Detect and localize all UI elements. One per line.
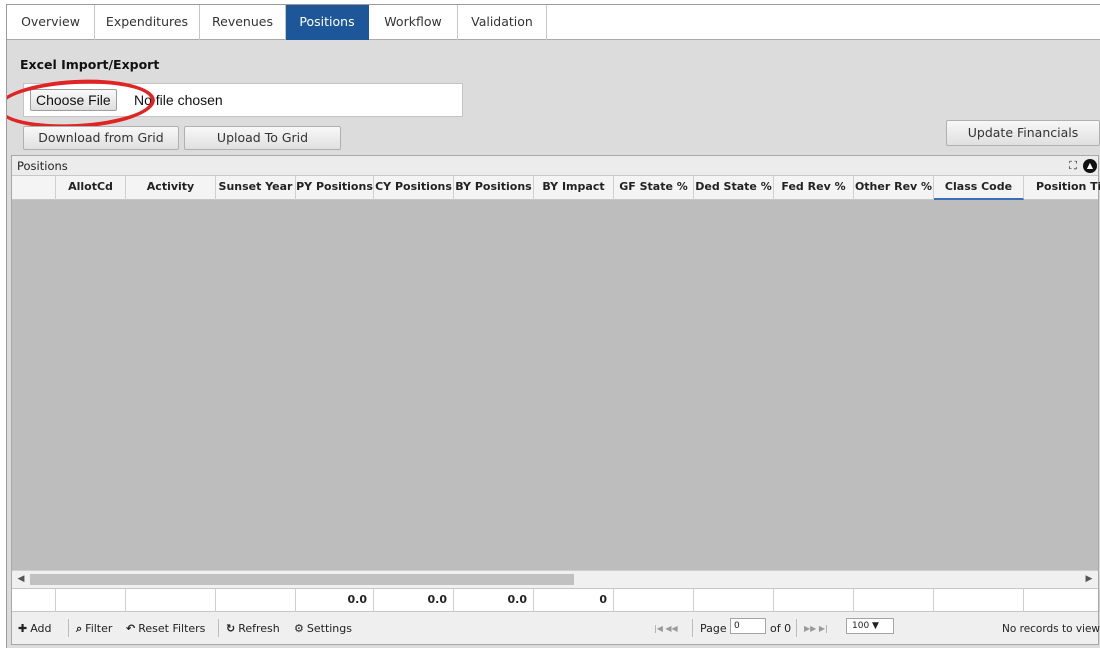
next-page-icon[interactable]: ▶▶ ▶| — [804, 620, 828, 638]
refresh-label: Refresh — [238, 622, 280, 635]
download-from-grid-button[interactable]: Download from Grid — [23, 126, 179, 150]
footer-total-cy-positions: 0.0 — [374, 589, 454, 612]
grid-caption-title: Positions — [17, 159, 68, 173]
column-header-allotcd[interactable]: AllotCd — [56, 176, 126, 200]
tab-validation[interactable]: Validation — [458, 5, 547, 40]
file-status-text: No file chosen — [134, 92, 223, 108]
column-header-class-code[interactable]: Class Code — [934, 176, 1024, 200]
scrollbar-thumb[interactable] — [30, 574, 574, 585]
footer-cell — [934, 589, 1024, 612]
page-of-label: of 0 — [770, 622, 792, 635]
footer-cell — [56, 589, 126, 612]
pager-separator — [68, 619, 69, 637]
column-header-by-positions[interactable]: BY Positions — [454, 176, 534, 200]
page-label: Page — [700, 622, 727, 635]
footer-cell — [774, 589, 854, 612]
column-header-sunset-year[interactable]: Sunset Year — [216, 176, 296, 200]
tab-revenues[interactable]: Revenues — [200, 5, 286, 40]
add-label: Add — [30, 622, 52, 635]
positions-grid: Positions ⛶ ▲ AllotCd Activity Sunset Ye… — [11, 155, 1100, 645]
footer-cell — [126, 589, 216, 612]
pager-separator — [218, 619, 219, 637]
refresh-button[interactable]: ↻ Refresh — [226, 620, 280, 638]
column-header-ded-state[interactable]: Ded State % — [694, 176, 774, 200]
grid-caption-bar: Positions ⛶ ▲ — [12, 156, 1098, 176]
add-button[interactable]: ✚ Add — [18, 620, 52, 638]
grid-body-empty — [12, 200, 1098, 570]
tab-bar: Overview Expenditures Revenues Positions… — [7, 5, 1100, 40]
grid-pager: ✚ Add ⌕ Filter ↶ Reset Filters ↻ Refresh ⚙ Se… — [12, 612, 1100, 644]
refresh-icon: ↻ — [226, 622, 236, 635]
reset-filters-button[interactable]: ↶ Reset Filters — [126, 620, 205, 638]
settings-label: Settings — [306, 622, 352, 635]
update-financials-button[interactable]: Update Financials — [946, 120, 1100, 146]
column-header-rownum — [12, 176, 56, 200]
grid-header-row: AllotCd Activity Sunset Year PY Position… — [12, 176, 1100, 200]
column-header-gf-state[interactable]: GF State % — [614, 176, 694, 200]
page-number-input[interactable]: 0 — [730, 618, 766, 634]
section-title: Excel Import/Export — [20, 57, 160, 72]
settings-button[interactable]: ⚙ Settings — [294, 620, 352, 638]
scroll-right-icon[interactable]: ▶ — [1082, 572, 1096, 587]
footer-cell — [216, 589, 296, 612]
column-header-activity[interactable]: Activity — [126, 176, 216, 200]
footer-total-py-positions: 0.0 — [296, 589, 374, 612]
expand-icon[interactable]: ⛶ — [1066, 159, 1080, 173]
undo-icon: ↶ — [126, 622, 136, 635]
footer-total-by-positions: 0.0 — [454, 589, 534, 612]
footer-cell — [12, 589, 56, 612]
no-records-text: No records to view — [1002, 623, 1100, 635]
footer-cell — [614, 589, 694, 612]
grid-footer-totals-row: 0.0 0.0 0.0 0 — [12, 588, 1100, 612]
column-header-cy-positions[interactable]: CY Positions — [374, 176, 454, 200]
footer-total-by-impact: 0 — [534, 589, 614, 612]
choose-file-button[interactable]: Choose File — [30, 89, 117, 111]
footer-cell — [1024, 589, 1100, 612]
reset-filters-label: Reset Filters — [138, 622, 206, 635]
tab-overview[interactable]: Overview — [7, 5, 95, 40]
footer-cell — [694, 589, 774, 612]
column-header-py-positions[interactable]: PY Positions — [296, 176, 374, 200]
upload-to-grid-button[interactable]: Upload To Grid — [184, 126, 341, 150]
tab-expenditures[interactable]: Expenditures — [95, 5, 200, 40]
scroll-left-icon[interactable]: ◀ — [14, 572, 28, 587]
file-input-box: Choose File No file chosen — [23, 83, 463, 117]
app-frame: Overview Expenditures Revenues Positions… — [6, 4, 1100, 648]
filter-button[interactable]: ⌕ Filter — [76, 620, 112, 638]
tab-positions[interactable]: Positions — [286, 5, 369, 40]
column-header-fed-rev[interactable]: Fed Rev % — [774, 176, 854, 200]
pager-separator — [692, 619, 693, 637]
horizontal-scrollbar[interactable]: ◀ ▶ — [12, 570, 1098, 588]
gear-icon: ⚙ — [294, 622, 304, 635]
tab-workflow[interactable]: Workflow — [369, 5, 458, 40]
first-page-icon[interactable]: |◀ ◀◀ — [654, 620, 678, 638]
rows-per-page-select[interactable]: 100 ▼ — [846, 618, 894, 634]
footer-cell — [854, 589, 934, 612]
column-header-other-rev[interactable]: Other Rev % — [854, 176, 934, 200]
pager-separator — [796, 619, 797, 637]
filter-label: Filter — [85, 622, 113, 635]
search-icon: ⌕ — [76, 622, 83, 635]
plus-icon: ✚ — [18, 622, 28, 635]
column-header-by-impact[interactable]: BY Impact — [534, 176, 614, 200]
column-header-position-title[interactable]: Position Tit — [1024, 176, 1100, 200]
collapse-toggle-icon[interactable]: ▲ — [1083, 159, 1097, 173]
